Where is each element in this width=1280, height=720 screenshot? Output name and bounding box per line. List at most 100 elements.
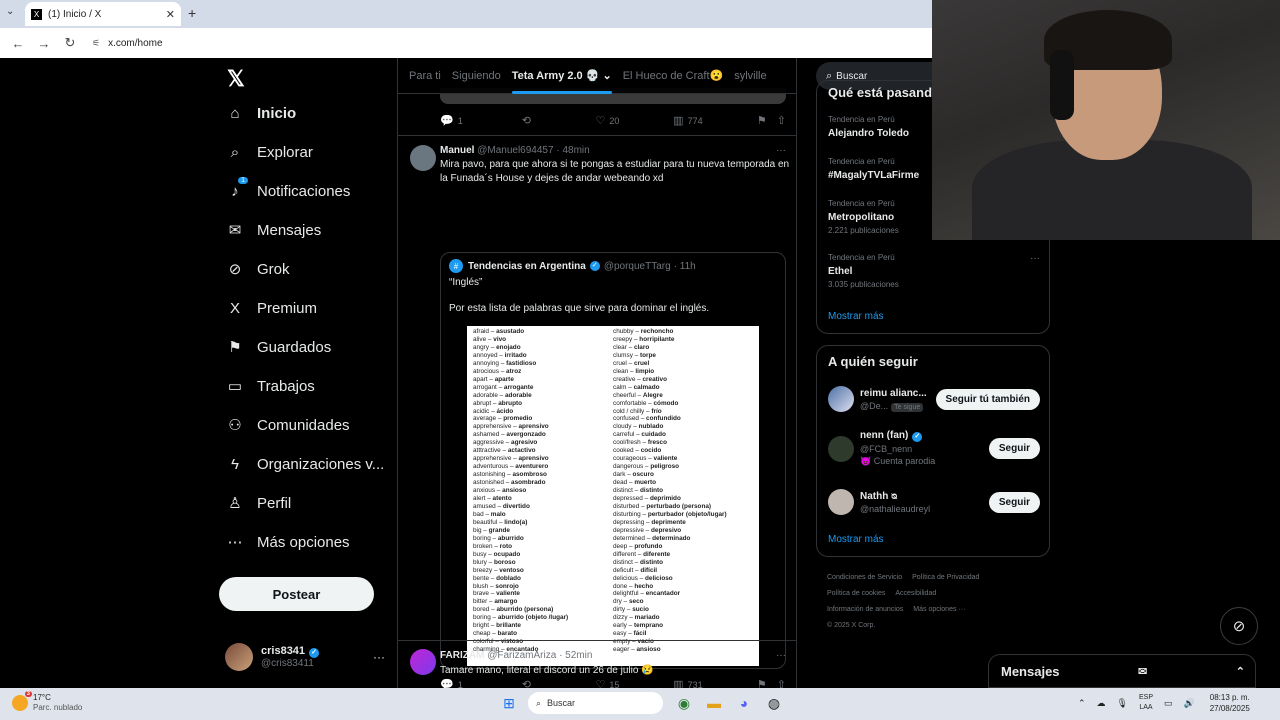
app-icon[interactable]: ◍ bbox=[763, 692, 785, 714]
mic-icon[interactable]: 🎙 bbox=[1117, 698, 1128, 709]
sidebar-item-comunidades[interactable]: ⚇ Comunidades bbox=[225, 415, 349, 435]
tab-teta-army[interactable]: Teta Army 2.0 💀 ⌄ bbox=[511, 58, 612, 94]
sidebar-item-label: Explorar bbox=[257, 143, 313, 161]
url-field[interactable]: ⚟ x.com/home bbox=[92, 38, 163, 49]
vocab-spanish: aburrido bbox=[497, 534, 524, 542]
more-dots-icon[interactable]: ··· bbox=[373, 650, 385, 664]
vocab-english: adorable bbox=[473, 391, 498, 399]
share-button[interactable]: ⇧ bbox=[777, 678, 790, 688]
sidebar-item-inicio[interactable]: ⌂ Inicio bbox=[225, 103, 296, 123]
more-dots-icon[interactable]: ··· bbox=[776, 650, 786, 661]
tab-sylville[interactable]: sylville bbox=[734, 58, 766, 94]
post-button[interactable]: Postear bbox=[219, 577, 374, 611]
like-button[interactable]: ♡ 15 bbox=[595, 678, 673, 688]
chevron-up-icon[interactable]: ⌃ bbox=[1078, 698, 1086, 709]
quote-text: Por esta lista de palabras que sirve par… bbox=[449, 303, 710, 314]
tab-siguiendo[interactable]: Siguiendo bbox=[452, 58, 501, 94]
author-name[interactable]: Manuel bbox=[440, 145, 474, 156]
windows-start-icon[interactable]: ⊞ bbox=[498, 692, 520, 714]
tab-hueco-de-craft[interactable]: El Hueco de Craft😮 bbox=[623, 58, 724, 94]
vocabulary-image[interactable]: afraid – asustado alive – vivo angry – eno… bbox=[467, 326, 759, 666]
messages-drawer[interactable]: Mensajes ✉ ⌃ bbox=[988, 654, 1256, 688]
volume-icon[interactable]: 🔊 bbox=[1184, 698, 1195, 709]
folder-icon[interactable]: ▬ bbox=[703, 692, 725, 714]
follow-suggestion[interactable]: reimu alianc... @De... Te sigue Seguir tú … bbox=[828, 386, 1040, 412]
grok-fab-icon[interactable]: ⊘ bbox=[1220, 607, 1258, 645]
trend-item[interactable]: Tendencia en Perú Metropolitano 2.221 publ… bbox=[828, 199, 899, 235]
follow-suggestion[interactable]: Nathh ᴓ @nathalieaudreyl Seguir bbox=[828, 489, 1040, 515]
follow-button[interactable]: Seguir bbox=[988, 438, 1040, 459]
vocab-english: breezy bbox=[473, 566, 493, 574]
avatar[interactable] bbox=[410, 649, 436, 675]
author-handle[interactable]: @FarizamAriza bbox=[487, 650, 556, 661]
close-tab-icon[interactable]: ✕ bbox=[166, 8, 175, 21]
browser-tab[interactable]: X (1) Inicio / X ✕ bbox=[25, 2, 181, 26]
repost-button[interactable]: ⟲ bbox=[522, 114, 596, 127]
sidebar-item-perfil[interactable]: ♙ Perfil bbox=[225, 493, 291, 513]
sidebar-item-notificaciones[interactable]: ♪ 1 Notificaciones bbox=[225, 177, 350, 201]
reload-icon[interactable]: ↻ bbox=[62, 35, 78, 51]
views-button[interactable]: ▥ 731 bbox=[673, 678, 757, 688]
follow-button[interactable]: Seguir bbox=[988, 491, 1040, 513]
footer-link[interactable]: Más opciones ··· bbox=[913, 606, 965, 613]
discord-icon[interactable]: ◕ bbox=[733, 692, 755, 714]
trend-item[interactable]: Tendencia en Perú Ethel 3.035 publicacione… bbox=[828, 253, 1040, 289]
bookmark-button[interactable]: ⚑ bbox=[757, 114, 777, 127]
sidebar-item-premium[interactable]: X Premium bbox=[225, 298, 317, 318]
repost-button[interactable]: ⟲ bbox=[522, 678, 596, 688]
sidebar-item-trabajos[interactable]: ▭ Trabajos bbox=[225, 376, 315, 396]
trend-item[interactable]: Tendencia en Perú #MagalyTVLaFirme bbox=[828, 157, 919, 181]
sidebar-item-explorar[interactable]: ⌕ Explorar bbox=[225, 142, 313, 162]
back-icon[interactable]: ← bbox=[10, 36, 26, 51]
share-button[interactable]: ⇧ bbox=[777, 114, 790, 127]
expand-icon[interactable]: ⌃ bbox=[1236, 665, 1245, 678]
trend-item[interactable]: Tendencia en Perú Alejandro Toledo bbox=[828, 115, 909, 139]
footer-link[interactable]: Política de Privacidad bbox=[912, 574, 979, 581]
author-name[interactable]: FARIZAM bbox=[440, 650, 484, 661]
onedrive-icon[interactable]: ☁ bbox=[1097, 698, 1106, 709]
chrome-icon[interactable]: ◉ bbox=[673, 692, 695, 714]
tab-search-icon[interactable]: ⌄ bbox=[6, 6, 14, 17]
footer-link[interactable]: Política de cookies bbox=[827, 590, 885, 597]
show-more-trends-link[interactable]: Mostrar más bbox=[828, 311, 884, 322]
follow-suggestion[interactable]: nenn (fan) ✓ @FCB_nenn 😈 Cuenta parodia Seg… bbox=[828, 430, 1040, 467]
author-handle[interactable]: @Manuel694457 bbox=[477, 145, 553, 156]
footer-link[interactable]: Accesibilidad bbox=[895, 590, 936, 597]
more-dots-icon[interactable]: ··· bbox=[1030, 253, 1040, 264]
clock[interactable]: 08:13 p. m. 27/08/2025 bbox=[1210, 692, 1250, 714]
taskbar-search[interactable]: ⌕ Buscar bbox=[528, 692, 663, 714]
footer-link[interactable]: Información de anuncios bbox=[827, 606, 903, 613]
weather-widget[interactable]: 3 17°C Parc. nublado bbox=[12, 691, 82, 713]
more-dots-icon[interactable]: ··· bbox=[776, 145, 786, 156]
new-tab-icon[interactable]: + bbox=[188, 5, 196, 21]
bookmark-button[interactable]: ⚑ bbox=[757, 678, 777, 688]
post-time[interactable]: · 48min bbox=[556, 145, 589, 156]
verified-icon: ✓ bbox=[589, 261, 600, 271]
sidebar-item-organizaciones-v[interactable]: ϟ Organizaciones v... bbox=[225, 454, 384, 474]
like-button[interactable]: ♡ 20 bbox=[595, 114, 673, 127]
reply-button[interactable]: 💬 1 bbox=[440, 678, 522, 688]
sidebar-item-grok[interactable]: ⊘ Grok bbox=[225, 259, 290, 279]
tab-para-ti[interactable]: Para ti bbox=[409, 58, 441, 94]
x-logo-icon[interactable]: 𝕏 bbox=[227, 66, 245, 92]
avatar[interactable] bbox=[410, 145, 436, 171]
follow-back-button[interactable]: Seguir tú también bbox=[935, 388, 1040, 410]
forward-icon[interactable]: → bbox=[36, 36, 52, 51]
sidebar-item-mensajes[interactable]: ✉ Mensajes bbox=[225, 220, 322, 240]
sidebar-item-más-opciones[interactable]: ⋯ Más opciones bbox=[225, 532, 350, 552]
sidebar-item-guardados[interactable]: ⚑ Guardados bbox=[225, 337, 331, 357]
post-time[interactable]: · 52min bbox=[559, 650, 592, 661]
site-info-icon[interactable]: ⚟ bbox=[92, 38, 100, 49]
language-indicator[interactable]: ESP LAA bbox=[1139, 693, 1153, 713]
views-button[interactable]: ▥ 774 bbox=[673, 114, 757, 127]
vocab-row: dirty – sucio bbox=[613, 606, 753, 614]
show-more-who-link[interactable]: Mostrar más bbox=[828, 534, 884, 545]
footer-link[interactable]: Condiciones de Servicio bbox=[827, 574, 902, 581]
quoted-post[interactable]: # Tendencias en Argentina ✓ @porqueTTarg… bbox=[440, 252, 786, 669]
suggestion-handle: @FCB_nenn bbox=[860, 444, 913, 454]
reply-button[interactable]: 💬 1 bbox=[440, 114, 522, 127]
vocab-row: cruel – cruel bbox=[613, 360, 753, 368]
account-switcher[interactable]: cris8341 ✓ @cris83411 ··· bbox=[225, 643, 385, 671]
network-icon[interactable]: ▭ bbox=[1164, 698, 1173, 709]
new-message-icon[interactable]: ✉ bbox=[1138, 665, 1147, 678]
